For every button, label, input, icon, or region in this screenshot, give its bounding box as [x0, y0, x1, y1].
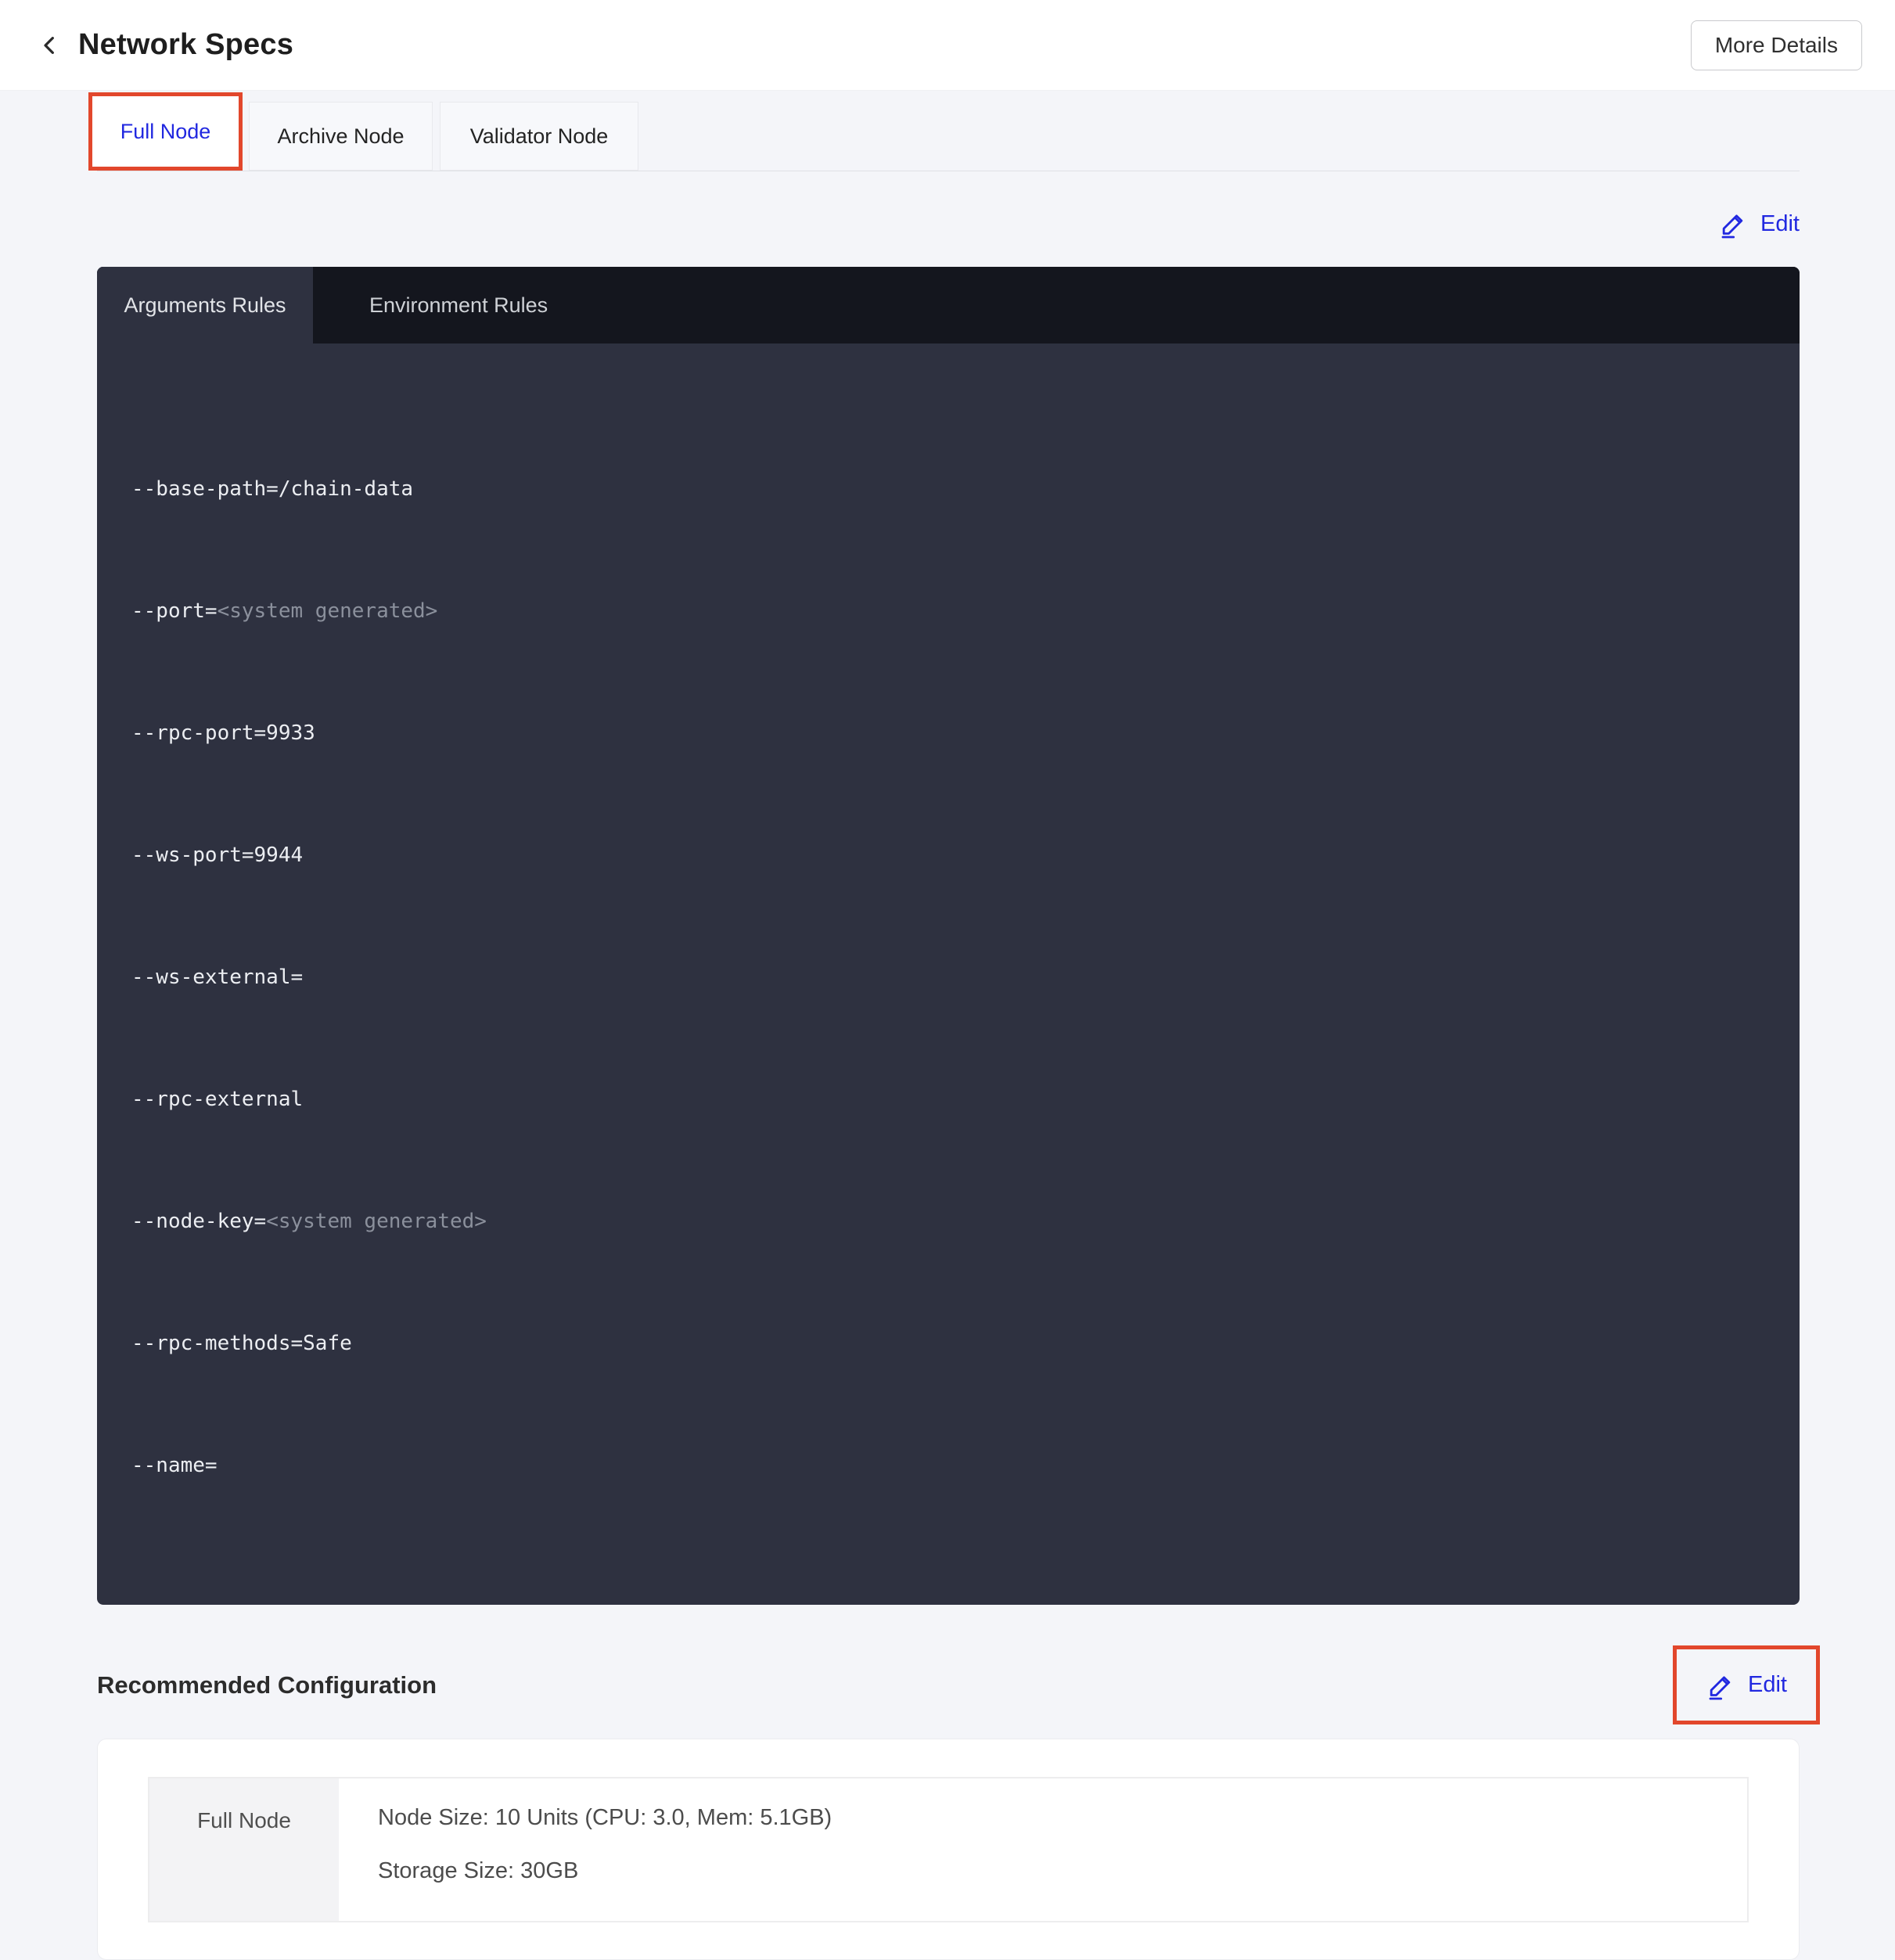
code-line: --node-key=<system generated> — [131, 1210, 487, 1233]
arguments-rules-code: --base-path=/chain-data --port=<system g… — [97, 343, 1800, 1605]
tab-full-node[interactable]: Full Node — [92, 96, 239, 167]
top-header: Network Specs More Details — [0, 0, 1895, 91]
rules-edit-row: Edit — [97, 206, 1800, 242]
back-chevron-icon[interactable] — [38, 33, 63, 58]
spec-row-values: Node Size: 10 Units (CPU: 3.0, Mem: 5.1G… — [339, 1778, 1747, 1921]
rules-edit-label: Edit — [1760, 210, 1800, 236]
code-line: --rpc-external — [131, 1088, 304, 1111]
annotation-box-full-node: Full Node — [88, 92, 243, 171]
code-line: --ws-external= — [131, 966, 304, 989]
pencil-icon — [1718, 208, 1749, 239]
tab-archive-node[interactable]: Archive Node — [249, 102, 433, 171]
recommended-edit-label: Edit — [1748, 1672, 1787, 1697]
recommended-config-header-row: Recommended Configuration Edit — [97, 1645, 1820, 1724]
tab-validator-node[interactable]: Validator Node — [440, 102, 638, 171]
recommended-config-card: Full Node Node Size: 10 Units (CPU: 3.0,… — [97, 1739, 1800, 1960]
spec-row-label: Full Node — [149, 1778, 339, 1921]
recommended-config-title: Recommended Configuration — [97, 1670, 437, 1699]
header-left: Network Specs — [38, 28, 293, 62]
code-line: --rpc-port=9933 — [131, 721, 315, 745]
storage-size-value: Storage Size: 30GB — [378, 1858, 579, 1883]
code-line: --name= — [131, 1454, 218, 1477]
code-line: --base-path=/chain-data — [131, 477, 414, 501]
full-node-spec-row: Full Node Node Size: 10 Units (CPU: 3.0,… — [148, 1777, 1749, 1922]
node-size-value: Node Size: 10 Units (CPU: 3.0, Mem: 5.1G… — [378, 1805, 832, 1830]
page-title: Network Specs — [78, 28, 294, 61]
pencil-icon — [1706, 1670, 1737, 1701]
more-details-button[interactable]: More Details — [1690, 20, 1862, 70]
code-line: --rpc-methods=Safe — [131, 1332, 352, 1355]
recommended-edit-button[interactable]: Edit — [1706, 1670, 1787, 1701]
tab-arguments-rules[interactable]: Arguments Rules — [97, 267, 313, 343]
annotation-box-edit: Edit — [1673, 1645, 1820, 1724]
rules-panel: Arguments Rules Environment Rules --base… — [97, 267, 1800, 1605]
rules-edit-button[interactable]: Edit — [1718, 206, 1800, 242]
code-line: --port=<system generated> — [131, 599, 438, 623]
main-content: Full Node Archive Node Validator Node Ed… — [88, 92, 1820, 1960]
code-line: --ws-port=9944 — [131, 843, 304, 867]
tab-environment-rules[interactable]: Environment Rules — [313, 267, 604, 343]
node-type-tabs: Full Node Archive Node Validator Node — [88, 92, 1800, 171]
rules-tab-bar: Arguments Rules Environment Rules — [97, 267, 1800, 343]
